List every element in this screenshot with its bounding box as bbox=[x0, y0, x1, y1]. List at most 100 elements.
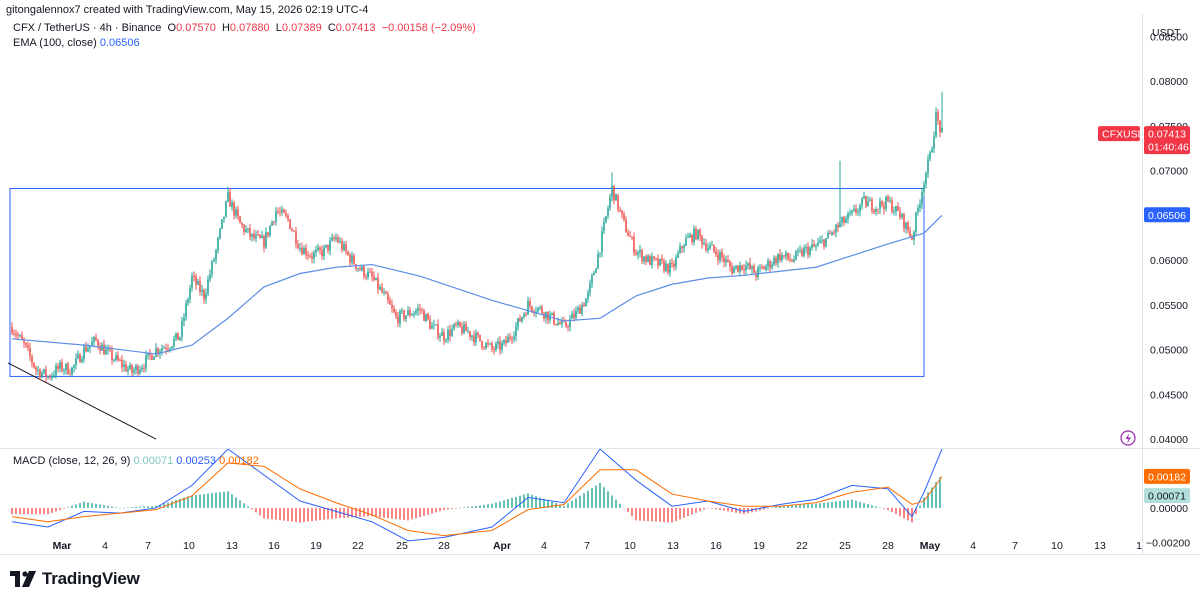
chart-canvas[interactable]: USDT0.085000.080000.075000.070000.065000… bbox=[0, 0, 1200, 600]
candle-body bbox=[167, 349, 169, 351]
candle-body bbox=[807, 246, 809, 256]
candle-body bbox=[633, 237, 635, 253]
candle-body bbox=[177, 332, 179, 340]
candle-body bbox=[363, 266, 365, 277]
candle-body bbox=[723, 257, 725, 263]
candle-body bbox=[295, 231, 297, 244]
candle-body bbox=[405, 315, 407, 320]
candle-body bbox=[91, 341, 93, 346]
candle-body bbox=[607, 208, 609, 217]
macd-legend[interactable]: MACD (close, 12, 26, 9) 0.00071 0.00253 … bbox=[13, 454, 259, 468]
legend-o-label: O bbox=[167, 22, 177, 34]
candle-body bbox=[791, 260, 793, 262]
candle-body bbox=[273, 221, 275, 223]
macd-histogram-bar bbox=[263, 507, 265, 519]
candle-body bbox=[691, 234, 693, 243]
tradingview-brand[interactable]: TradingView bbox=[10, 569, 140, 589]
candle-body bbox=[641, 250, 643, 262]
candle-body bbox=[443, 332, 445, 341]
candle-body bbox=[589, 283, 591, 293]
candle-body bbox=[655, 258, 657, 260]
candle-body bbox=[527, 301, 529, 315]
macd-histogram-bar bbox=[59, 507, 61, 511]
range-box bbox=[9, 187, 925, 377]
candle-body bbox=[331, 237, 333, 241]
candle-body bbox=[323, 247, 325, 257]
macd-histogram-bar bbox=[43, 507, 45, 515]
macd-histogram-bar bbox=[563, 505, 565, 508]
macd-histogram-bar bbox=[135, 507, 137, 508]
candle-body bbox=[217, 238, 219, 251]
candle-body bbox=[127, 368, 129, 372]
candle-body bbox=[501, 343, 503, 350]
candle-body bbox=[299, 247, 301, 249]
candle-body bbox=[557, 322, 559, 325]
candle-body bbox=[907, 222, 909, 231]
candle-body bbox=[939, 120, 941, 132]
macd-histogram-bar bbox=[567, 503, 569, 508]
candle-body bbox=[125, 364, 127, 372]
candle-body bbox=[347, 251, 349, 255]
candle-body bbox=[761, 266, 763, 268]
ema-legend[interactable]: EMA (100, close) 0.06506 bbox=[13, 36, 140, 50]
time-axis-label: 10 bbox=[624, 540, 636, 552]
candle-body bbox=[337, 237, 339, 243]
macd-histogram-bar bbox=[307, 507, 309, 522]
candle-body bbox=[431, 325, 433, 329]
candle-body bbox=[499, 341, 501, 350]
candle-body bbox=[329, 240, 331, 251]
time-axis-label: 22 bbox=[352, 540, 364, 552]
time-axis-label: 13 bbox=[667, 540, 679, 552]
macd-signal-badge: 0.00182 bbox=[1148, 471, 1186, 483]
candle-body bbox=[505, 340, 507, 343]
macd-histogram-bar bbox=[283, 507, 285, 521]
candle-body bbox=[293, 230, 295, 232]
candle-body bbox=[19, 335, 21, 337]
candle-body bbox=[297, 243, 299, 248]
time-axis-label: 25 bbox=[396, 540, 408, 552]
candle-body bbox=[463, 323, 465, 334]
macd-histogram-bar bbox=[319, 507, 321, 521]
macd-histogram-bar bbox=[239, 500, 241, 508]
candle-body bbox=[833, 232, 835, 234]
candle-body bbox=[627, 232, 629, 236]
candle-body bbox=[379, 287, 381, 290]
candle-body bbox=[439, 335, 441, 338]
candle-body bbox=[837, 224, 839, 228]
candle-body bbox=[705, 243, 707, 251]
candle-body bbox=[371, 271, 373, 277]
candle-body bbox=[615, 194, 617, 201]
candle-body bbox=[513, 336, 515, 340]
candle-body bbox=[201, 289, 203, 292]
macd-histogram-bar bbox=[599, 482, 601, 508]
candle-body bbox=[929, 152, 931, 160]
macd-histogram-bar bbox=[579, 495, 581, 508]
candle-body bbox=[493, 348, 495, 350]
candle-body bbox=[31, 356, 33, 363]
macd-histogram-bar bbox=[847, 500, 849, 508]
candle-body bbox=[669, 262, 671, 273]
macd-histogram-bar bbox=[99, 504, 101, 508]
macd-histogram-bar bbox=[275, 507, 277, 520]
candle-body bbox=[909, 230, 911, 237]
candle-body bbox=[933, 136, 935, 149]
candle-body bbox=[303, 247, 305, 255]
candle-body bbox=[639, 250, 641, 253]
candle-body bbox=[657, 258, 659, 266]
candle-body bbox=[355, 264, 357, 269]
macd-histogram-bar bbox=[655, 507, 657, 522]
candle-body bbox=[259, 234, 261, 238]
candle-body bbox=[317, 247, 319, 251]
candle-body bbox=[637, 252, 639, 255]
macd-histogram-bar bbox=[707, 507, 709, 509]
candle-body bbox=[219, 228, 221, 239]
macd-histogram-bar bbox=[639, 507, 641, 521]
candle-body bbox=[377, 277, 379, 290]
candle-body bbox=[71, 367, 73, 375]
candle-body bbox=[621, 210, 623, 214]
candle-body bbox=[771, 264, 773, 268]
time-axis-label: 4 bbox=[102, 540, 108, 552]
price-axis-tick: 0.08000 bbox=[1150, 76, 1188, 88]
macd-histogram-bar bbox=[603, 487, 605, 508]
macd-histogram-bar bbox=[219, 492, 221, 508]
